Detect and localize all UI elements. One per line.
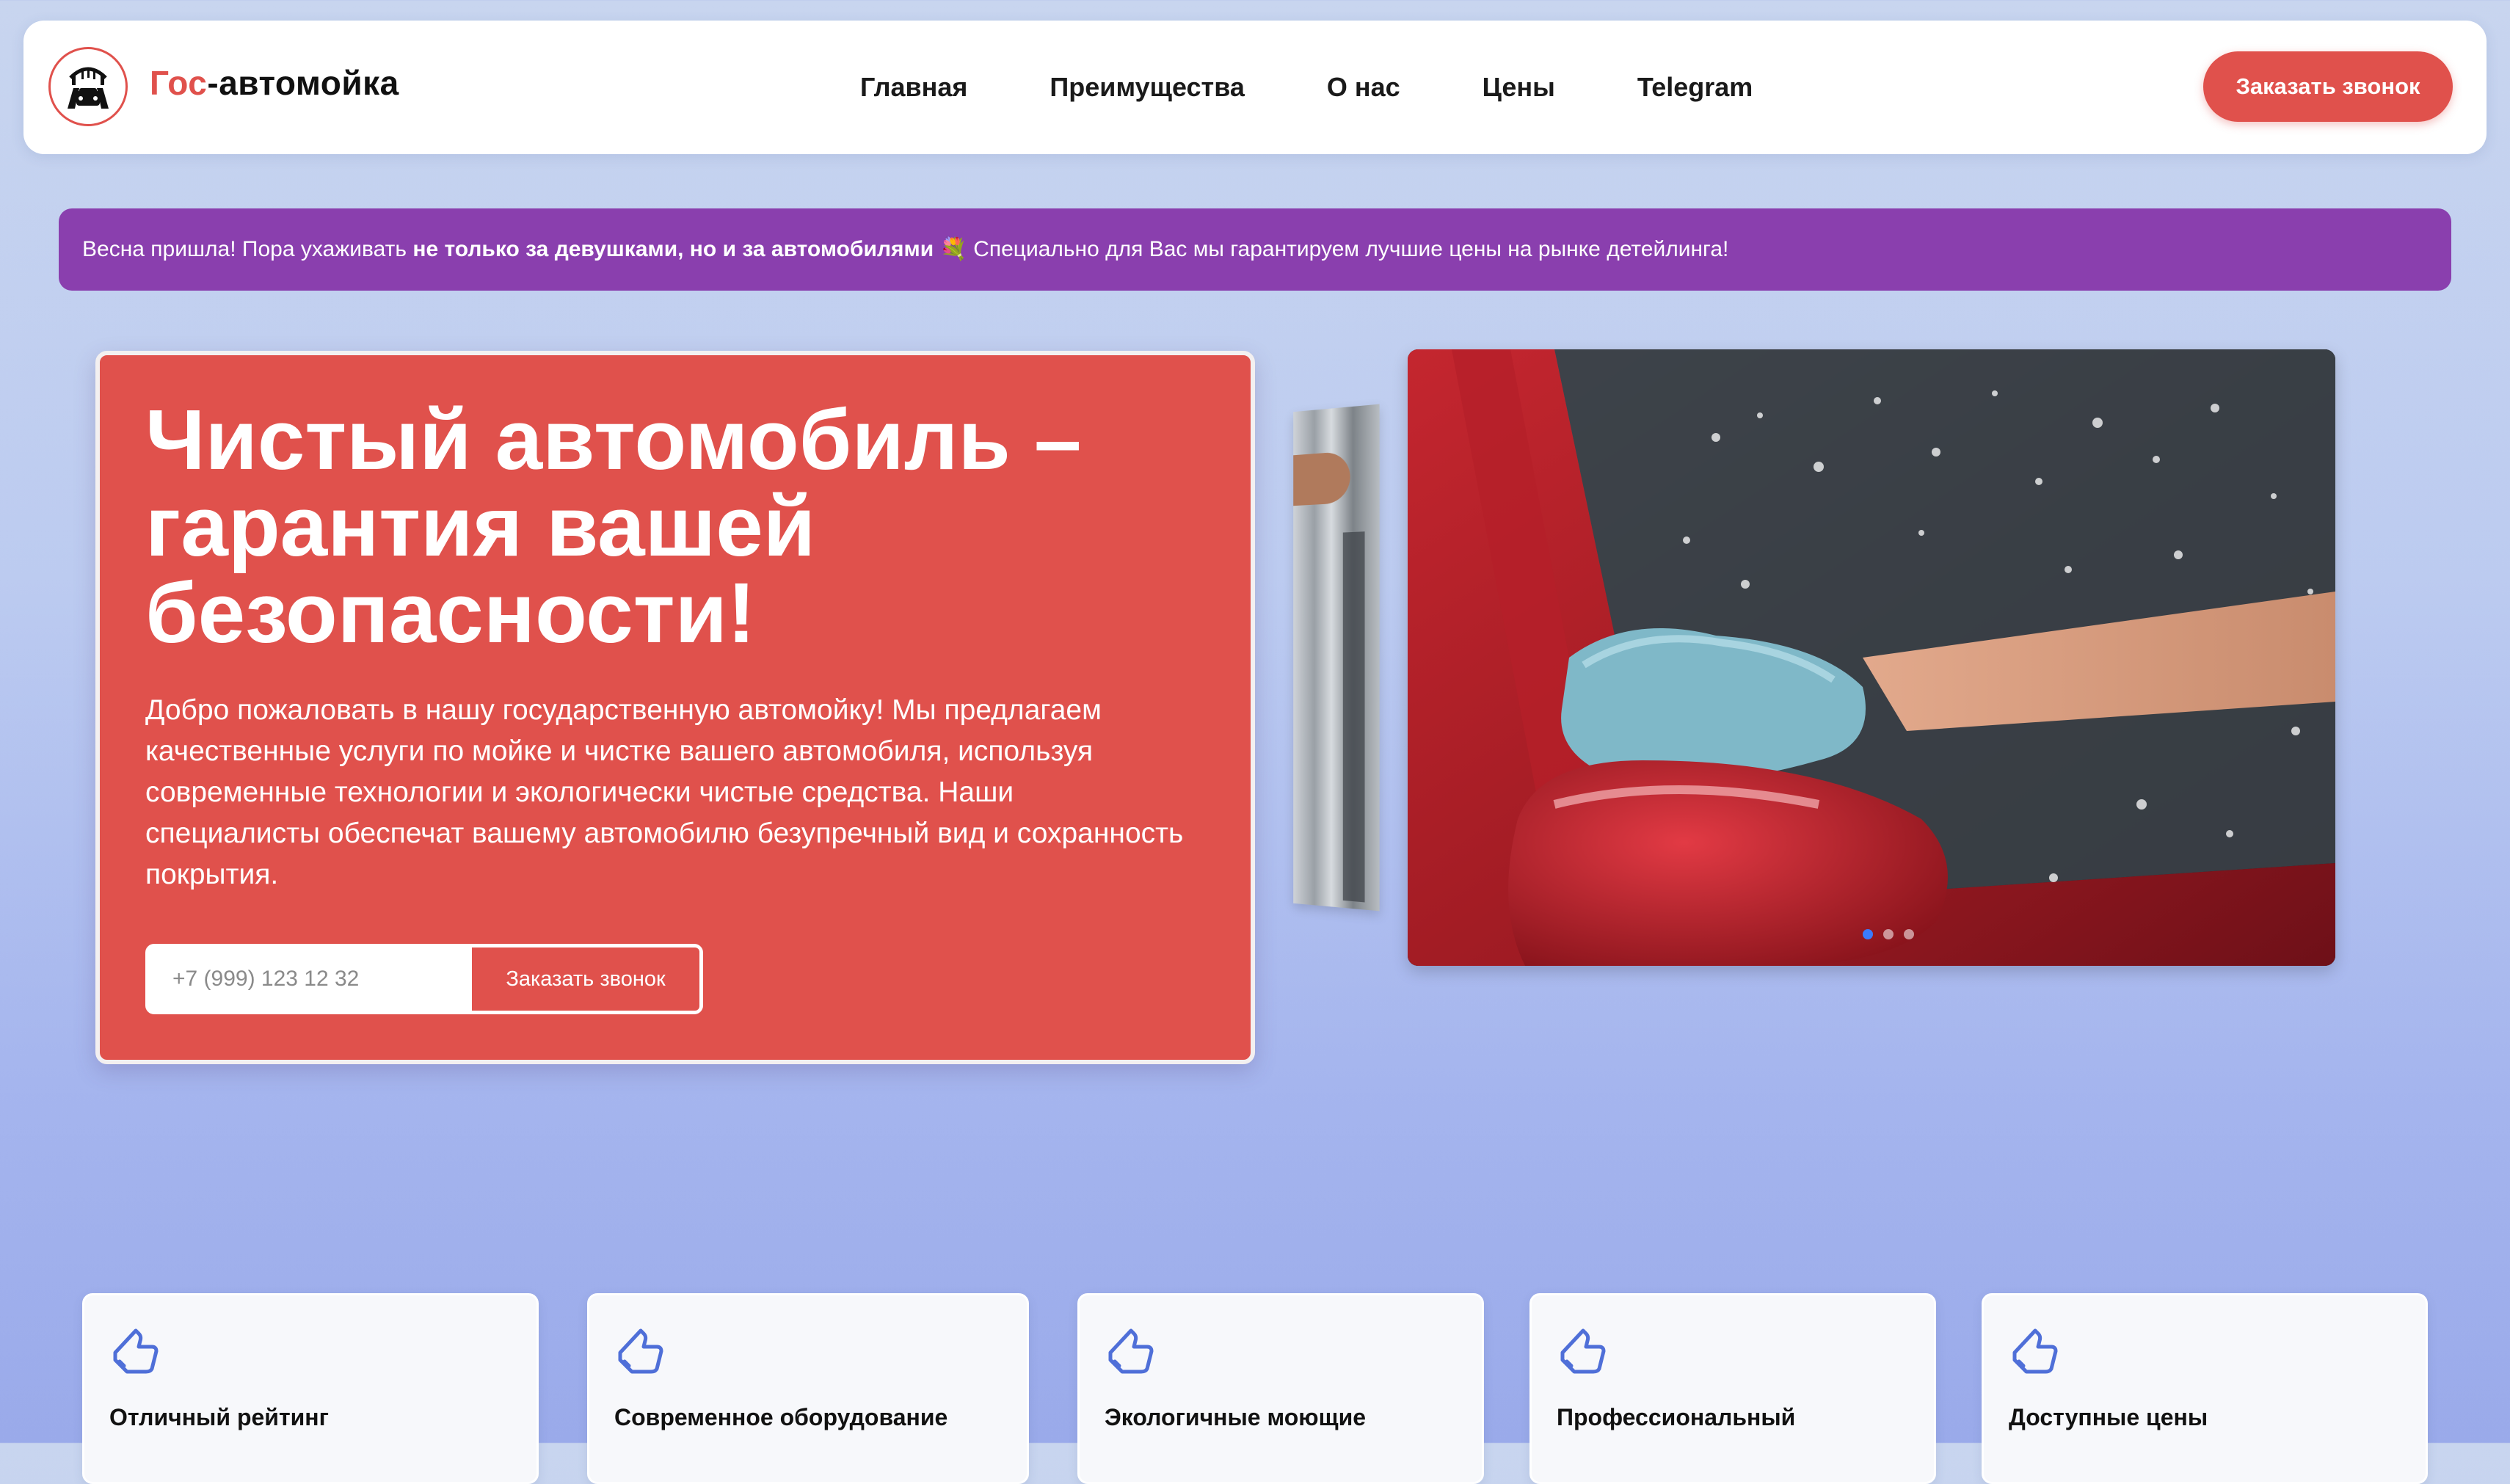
hero-description: Добро пожаловать в нашу государственную … xyxy=(145,694,1184,890)
car-wash-photo xyxy=(1408,349,2335,966)
slider-dot-1[interactable] xyxy=(1863,929,1873,939)
form-order-call-button[interactable]: Заказать звонок xyxy=(472,947,699,1011)
car-wash-logo-icon[interactable] xyxy=(48,47,128,126)
promo-banner: Весна пришла! Пора ухаживать не только з… xyxy=(59,208,2451,291)
logo-text[interactable]: Гос-автомойка xyxy=(150,63,399,103)
slider-dot-2[interactable] xyxy=(1883,929,1894,939)
feature-title: Доступные цены xyxy=(2009,1404,2208,1430)
feature-title: Отличный рейтинг xyxy=(109,1404,329,1430)
nav-link-home[interactable]: Главная xyxy=(860,72,967,103)
thumbs-up-icon xyxy=(1108,1328,1154,1374)
thumbs-up-icon xyxy=(2012,1328,2058,1374)
callback-form: Заказать звонок xyxy=(145,944,703,1014)
slider-pagination xyxy=(1863,929,1914,939)
hero-title: Чистый автомобиль – гарантия вашей безоп… xyxy=(145,392,1082,661)
logo-prefix: Гос xyxy=(150,64,208,102)
thumbs-up-icon xyxy=(618,1328,663,1374)
feature-card-rating: Отличный рейтинг xyxy=(82,1293,539,1484)
feature-title: Современное оборудование xyxy=(614,1404,948,1430)
feature-title: Экологичные моющие xyxy=(1105,1404,1367,1430)
thumbs-up-icon xyxy=(1560,1328,1606,1374)
slider-previous-slide[interactable] xyxy=(1293,404,1380,912)
feature-card-prices: Доступные цены xyxy=(1982,1293,2428,1484)
slider-current-slide[interactable] xyxy=(1408,349,2335,966)
phone-input[interactable] xyxy=(149,947,472,1011)
nav-link-prices[interactable]: Цены xyxy=(1483,72,1555,103)
banner-text-after: Специально для Вас мы гарантируем лучшие… xyxy=(967,237,1729,261)
feature-card-equipment: Современное оборудование xyxy=(587,1293,1029,1484)
flower-bouquet-icon: 💐 xyxy=(939,237,967,261)
nav-link-telegram[interactable]: Telegram xyxy=(1637,72,1753,103)
logo-suffix: -автомойка xyxy=(207,64,399,102)
feature-card-eco: Экологичные моющие xyxy=(1077,1293,1484,1484)
slider-dot-3[interactable] xyxy=(1904,929,1914,939)
banner-text-bold: не только за девушками, но и за автомоби… xyxy=(412,237,934,261)
banner-text-before: Весна пришла! Пора ухаживать xyxy=(82,237,413,261)
feature-title: Профессиональный xyxy=(1557,1404,1796,1430)
hero-card: Чистый автомобиль – гарантия вашей безоп… xyxy=(95,351,1255,1064)
order-call-button[interactable]: Заказать звонок xyxy=(2203,51,2453,122)
nav-link-advantages[interactable]: Преимущества xyxy=(1050,72,1244,103)
main-nav: Главная Преимущества О нас Цены Telegram xyxy=(860,72,1753,103)
nav-link-about[interactable]: О нас xyxy=(1327,72,1400,103)
thumbs-up-icon xyxy=(113,1328,159,1374)
site-header: Гос-автомойка Главная Преимущества О нас… xyxy=(23,21,2487,154)
feature-card-professional: Профессиональный xyxy=(1529,1293,1936,1484)
